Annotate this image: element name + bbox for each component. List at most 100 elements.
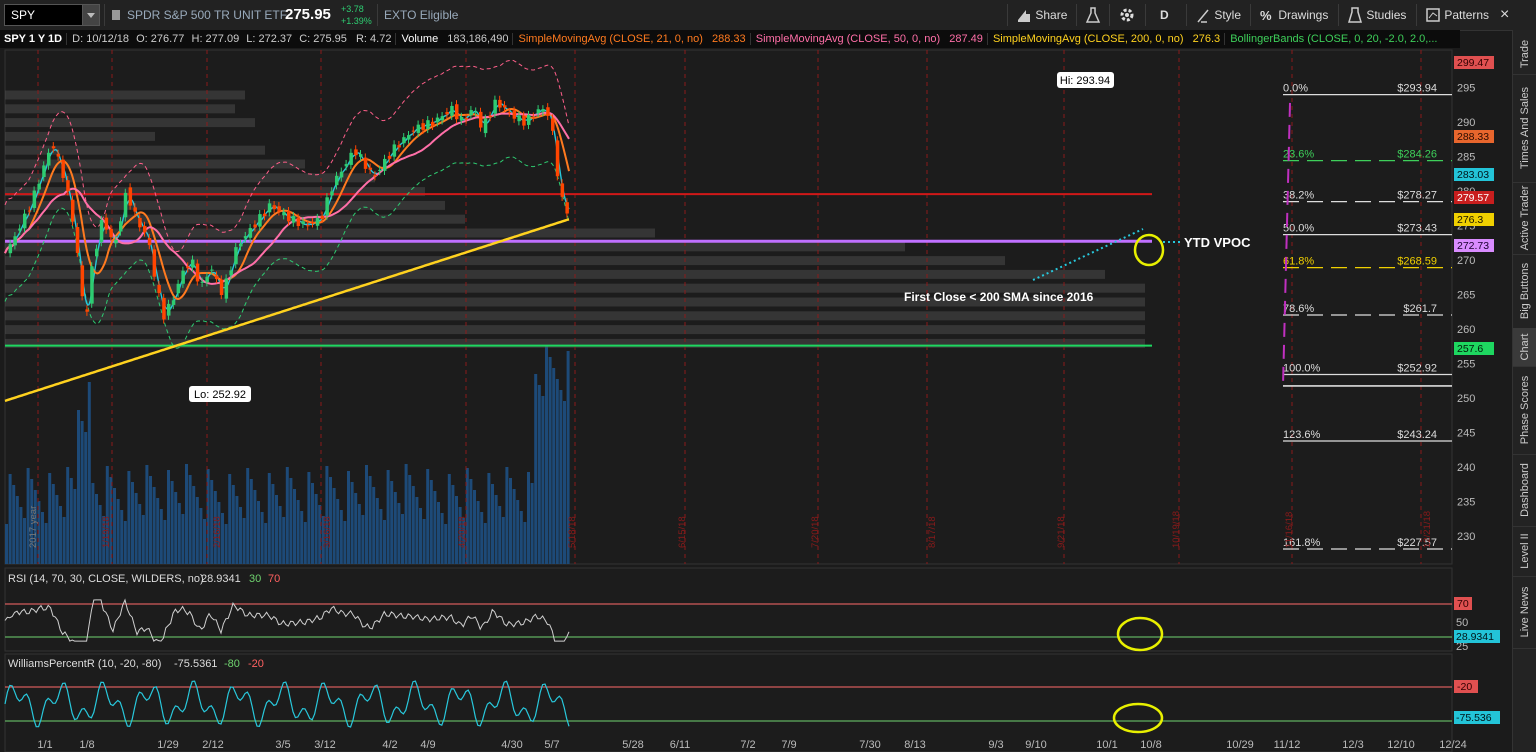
williams-value: -75.5361 [174,658,217,670]
candle-body [344,164,349,167]
volume-profile-bar [5,131,155,141]
style-button[interactable]: Style [1195,0,1241,30]
rsi-label[interactable]: RSI (14, 70, 30, CLOSE, WILDERS, no) [8,573,204,585]
patterns-icon [1426,8,1440,22]
style-icon [1197,9,1209,23]
volume-bar [5,524,8,564]
side-tab-chart[interactable]: Chart [1513,328,1536,367]
candle-body [37,183,41,190]
candle-body [239,243,243,247]
date-axis-tick: 11/12 [1274,739,1301,751]
volume-bar [469,479,473,564]
settings-button[interactable] [1118,0,1136,30]
candle-body [143,225,147,233]
candle-body [536,109,541,113]
candle-body [51,146,56,149]
side-tab-active-trader[interactable]: Active Trader [1513,182,1536,255]
fib-level-price: $278.27 [1397,190,1437,202]
candle-body [416,124,421,133]
candle-body [85,309,89,312]
volume-bar [267,473,271,564]
volume-bar [433,491,437,564]
williams-20-badge-text: -20 [1457,681,1472,693]
candle-body [296,217,301,227]
date-axis-tick: 10/1 [1096,739,1117,751]
side-tab-level-ii[interactable]: Level II [1513,526,1536,577]
volume-bar [415,497,419,564]
volume-bar [257,501,260,564]
side-tab-times-and-sales[interactable]: Times And Sales [1513,74,1536,183]
candle-body [267,203,272,213]
fib-level-pct: 78.6% [1283,303,1314,315]
chevron-down-icon[interactable] [82,5,99,25]
volume-bar [390,481,394,564]
candle-body [80,265,85,297]
volume-bar [91,483,95,564]
williams-label[interactable]: WilliamsPercentR (10, -20, -80) [8,658,161,670]
symbol-selector[interactable]: SPY [4,4,100,26]
volume-bar [530,483,534,564]
volume-bar [131,482,134,564]
side-tab-big-buttons[interactable]: Big Buttons [1513,254,1536,329]
volume-profile-bar [5,104,235,114]
right-side-nav: Trade Times And Sales Active Trader Big But… [1512,30,1536,752]
drawings-button[interactable]: % Drawings [1259,0,1328,30]
candle-body [378,169,382,172]
candle-body [272,205,277,209]
candle-body [27,210,32,212]
candle-body [474,111,478,113]
toolbar-divider [1186,4,1187,26]
side-tab-live-news[interactable]: Live News [1513,576,1536,649]
volume-bar [401,514,404,564]
date-axis-tick: 10/8 [1140,739,1161,751]
candle-body [546,107,550,116]
symbol-text[interactable]: SPY [11,8,35,22]
candle-body [171,300,176,305]
candle-body [99,220,104,243]
candle-body [493,99,497,114]
volume-bar [343,521,347,564]
volume-bar [559,390,563,564]
patterns-button[interactable]: Patterns [1425,0,1489,30]
price-badge-text: 288.33 [1457,131,1489,143]
candle-body [123,192,128,218]
toolbar-divider [1109,4,1110,26]
candle-body [349,152,353,165]
flask-button[interactable] [1085,0,1101,30]
volume-bar [116,499,120,564]
volume-bar [80,421,84,564]
share-button[interactable]: Share [1016,0,1067,30]
symbol-ops-icon[interactable] [110,0,122,30]
side-tab-label: Live News [1519,586,1531,638]
toolbar-divider [1250,4,1251,26]
fib-level-price: $243.24 [1397,429,1437,441]
chart-canvas[interactable]: 0.0% $293.9423.6% $284.2638.2% $278.2750.0%… [0,30,1512,752]
candle-body [114,239,118,244]
side-tab-dashboard[interactable]: Dashboard [1513,454,1536,527]
close-icon[interactable]: × [1500,0,1509,30]
candle-body [181,270,185,284]
volume-bar [437,502,440,564]
fib-level-price: $273.43 [1397,223,1437,235]
candle-body [191,259,195,268]
candle-body [435,117,440,123]
studies-button[interactable]: Studies [1347,0,1406,30]
volume-bar [350,482,354,564]
volume-bar [174,492,178,564]
volume-bar [149,476,152,564]
period-button[interactable]: D [1160,0,1169,30]
side-tab-label: Chart [1519,333,1531,361]
side-tab-phase-scores[interactable]: Phase Scores [1513,366,1536,455]
candle-body [339,171,344,178]
candle-body [224,278,229,299]
fib-level-price: $252.92 [1397,363,1437,375]
gear-icon [1120,8,1134,22]
volume-bar [95,494,98,564]
volume-bar [66,467,70,564]
volume-profile-bar [5,118,255,128]
williams-panel[interactable] [4,653,1453,752]
rsi-overbought: 70 [268,573,280,585]
side-tab-trade[interactable]: Trade [1513,34,1536,75]
candle-body [397,145,401,148]
date-axis-tick: 7/9 [781,739,796,751]
